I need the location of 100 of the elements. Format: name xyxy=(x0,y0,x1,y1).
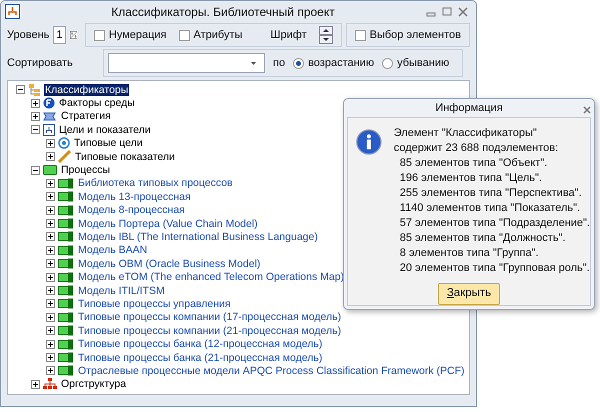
checkbox[interactable] xyxy=(354,30,366,40)
expand-icon[interactable] xyxy=(46,138,55,148)
tree-item[interactable]: Оргструктура xyxy=(60,378,128,390)
process-model-icon xyxy=(58,365,74,376)
close-icon[interactable] xyxy=(458,6,468,16)
tree-item[interactable]: Модель eTOM (The enhanced Telecom Operations Map) xyxy=(77,271,346,284)
expand-icon[interactable] xyxy=(46,232,55,242)
expand-icon[interactable] xyxy=(46,312,55,322)
message-heading: содержит 23 688 подэлементов: xyxy=(394,141,560,156)
checkbox-label: Нумерация xyxy=(108,28,167,43)
target-icon xyxy=(58,137,70,150)
expand-icon[interactable] xyxy=(46,353,55,362)
process-model-icon xyxy=(58,298,74,310)
process-block-icon xyxy=(43,165,57,176)
collapse-icon[interactable] xyxy=(31,166,40,175)
expand-icon[interactable] xyxy=(46,286,55,296)
tree-item[interactable]: Модель IBL (The International Business Language) xyxy=(77,230,319,243)
close-icon[interactable] xyxy=(583,106,591,114)
expand-icon[interactable] xyxy=(46,340,55,349)
font-label: Шрифт xyxy=(270,28,307,43)
app-icon xyxy=(5,4,20,19)
checkbox[interactable] xyxy=(94,30,105,40)
message-line: 85 элементов типа "Должность". xyxy=(400,231,567,246)
tree-item[interactable]: Модель OBM (Oracle Business Model) xyxy=(77,258,262,270)
tree-item[interactable]: Стратегия xyxy=(60,110,112,122)
hierarchy-box-icon xyxy=(43,124,55,136)
tree-item[interactable]: Процессы xyxy=(60,164,112,176)
folder-tree-icon xyxy=(28,83,41,96)
expand-icon[interactable] xyxy=(46,219,55,228)
tree-item[interactable]: Модель ITIL/ITSM xyxy=(77,284,166,297)
expand-icon[interactable] xyxy=(46,299,55,308)
maximize-icon[interactable] xyxy=(442,6,452,16)
level-field[interactable]: 1 xyxy=(53,26,66,44)
process-model-icon xyxy=(58,204,74,216)
ruler-icon xyxy=(58,150,71,164)
radio-label: убыванию xyxy=(397,56,450,71)
process-model-icon xyxy=(58,272,74,283)
expand-icon[interactable] xyxy=(46,206,55,215)
radio-button[interactable] xyxy=(382,58,394,68)
tree-item[interactable]: Библиотека типовых процессов xyxy=(77,177,234,190)
tree-item[interactable]: Отраслевые процессные модели APQC Process Classification Framework (PCF) xyxy=(77,364,466,377)
close-button[interactable]: Закрыть xyxy=(438,283,500,305)
message-line: 196 элементов типа "Цель". xyxy=(400,171,543,186)
tree-item[interactable]: Типовые процессы компании (17-процессная модель) xyxy=(77,311,342,324)
expand-icon[interactable] xyxy=(31,98,40,108)
message-line: 20 элементов типа "Групповая роль". xyxy=(400,261,590,276)
tree-item[interactable]: Типовые цели xyxy=(73,137,144,150)
process-model-icon xyxy=(58,231,74,242)
expand-icon[interactable] xyxy=(46,366,55,376)
radio-button[interactable] xyxy=(293,58,304,68)
tree-item[interactable]: Модель BAAN xyxy=(77,244,148,256)
message-line: 255 элементов типа "Перспектива". xyxy=(400,186,583,201)
process-model-icon xyxy=(58,218,74,230)
by-label: по xyxy=(273,56,286,71)
tree-item[interactable]: Модель 13-процессная xyxy=(77,190,192,203)
tree-item[interactable]: Типовые процессы банка (12-процессная модель) xyxy=(77,338,324,350)
dropdown-arrow-icon xyxy=(251,62,256,64)
expand-icon[interactable] xyxy=(46,326,55,336)
expand-icon[interactable] xyxy=(31,380,40,389)
dialog-title: Информация xyxy=(435,100,503,116)
message-line: 57 элементов типа "Подразделение". xyxy=(400,216,590,231)
tree-item[interactable]: Модель 8-процессная xyxy=(77,204,186,216)
checkbox-label: Атрибуты xyxy=(194,28,242,43)
process-model-icon xyxy=(58,191,74,202)
tree-item[interactable]: Модель Портера (Value Chain Model) xyxy=(77,218,259,230)
process-model-icon xyxy=(58,244,74,256)
letter-circle-icon xyxy=(43,97,55,110)
tree-item[interactable]: Факторы среды xyxy=(58,97,136,110)
process-model-icon xyxy=(58,338,74,350)
tree-item[interactable]: Цели и показатели xyxy=(58,124,152,136)
banner-icon xyxy=(43,110,57,122)
window-title: Классификаторы. Библиотечный проект xyxy=(110,4,336,20)
org-chart-icon xyxy=(43,378,57,390)
process-model-icon xyxy=(58,352,74,363)
tree-item[interactable]: Классификаторы xyxy=(44,84,130,96)
radio-label: возрастанию xyxy=(308,56,374,71)
expand-icon[interactable] xyxy=(46,192,55,202)
collapse-icon[interactable] xyxy=(16,85,25,94)
message-line: 1140 элементов типа "Показатель". xyxy=(400,201,582,216)
expand-icon[interactable] xyxy=(31,112,40,121)
tree-item[interactable]: Типовые процессы управления xyxy=(77,298,232,310)
process-model-icon xyxy=(58,285,74,296)
expand-icon[interactable] xyxy=(46,152,55,162)
message-heading: Элемент "Классификаторы" xyxy=(394,126,538,141)
process-model-icon xyxy=(58,325,74,336)
checkbox[interactable] xyxy=(178,30,190,40)
collapse-icon[interactable] xyxy=(31,125,40,134)
tree-item[interactable]: Типовые показатели xyxy=(74,150,176,163)
expand-icon[interactable] xyxy=(46,272,55,282)
expand-icon[interactable] xyxy=(46,259,55,268)
tree-item[interactable]: Типовые процессы банка (21-процессная модель) xyxy=(77,352,324,364)
tree-item[interactable]: Типовые процессы компании (21-процессная модель) xyxy=(77,324,342,337)
sort-label: Сортировать xyxy=(7,56,74,71)
expand-icon[interactable] xyxy=(46,178,55,188)
checkbox-label: Выбор элементов xyxy=(370,28,461,43)
spin-arrows-icon[interactable] xyxy=(318,26,333,44)
message-line: 85 элементов типа "Объект". xyxy=(400,156,548,171)
expand-icon[interactable] xyxy=(46,246,55,255)
process-model-icon xyxy=(58,258,74,270)
process-model-icon xyxy=(58,312,74,323)
